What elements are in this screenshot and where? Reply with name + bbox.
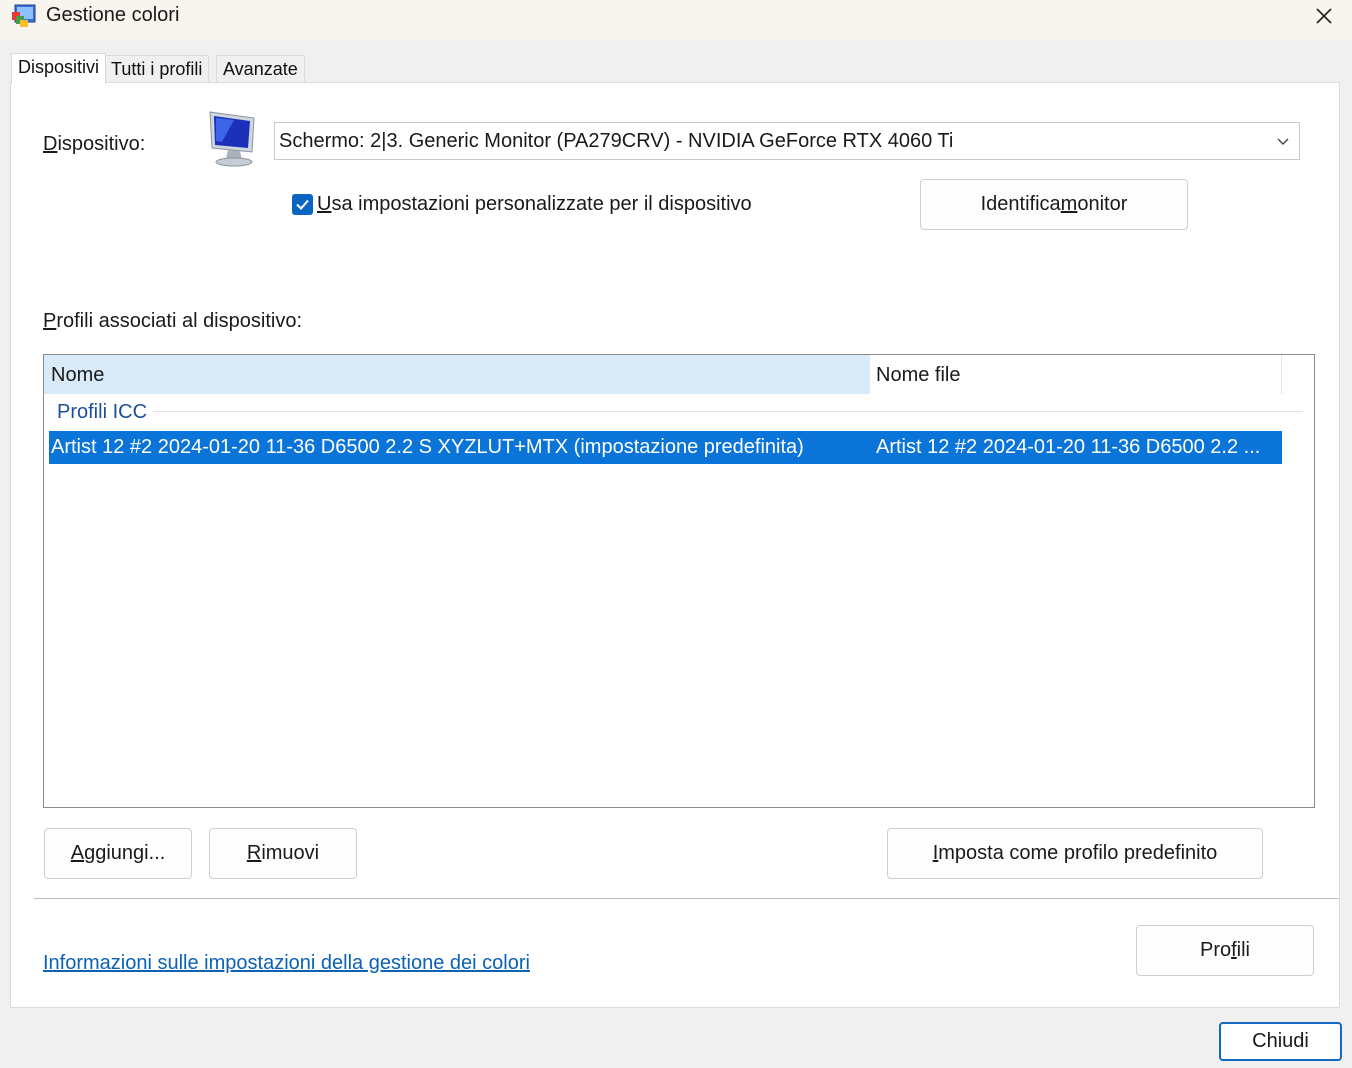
column-header-file[interactable]: Nome file	[870, 355, 1282, 394]
color-settings-info-link[interactable]: Informazioni sulle impostazioni della ge…	[43, 952, 530, 975]
add-button[interactable]: Aggiungi...	[44, 828, 192, 879]
color-management-app-icon	[11, 3, 37, 29]
custom-settings-label[interactable]: Usa impostazioni personalizzate per il d…	[317, 193, 752, 216]
chevron-down-icon	[1275, 132, 1291, 148]
identify-monitor-button[interactable]: Identifica m onitor	[920, 179, 1188, 230]
checkmark-icon	[296, 199, 309, 210]
close-window-button[interactable]	[1296, 0, 1352, 32]
set-default-profile-button[interactable]: Imposta come profilo predefinito	[887, 828, 1263, 879]
title-bar: Gestione colori	[0, 0, 1352, 40]
remove-button[interactable]: Rimuovi	[209, 828, 357, 879]
close-button[interactable]: Chiudi	[1219, 1022, 1342, 1061]
profiles-button[interactable]: Pro f ili	[1136, 925, 1314, 976]
close-icon	[1316, 8, 1332, 24]
separator	[34, 898, 1339, 899]
column-header-name[interactable]: Nome	[44, 355, 870, 394]
window-title: Gestione colori	[46, 4, 180, 26]
table-row[interactable]: Artist 12 #2 2024-01-20 11-36 D6500 2.2 …	[49, 431, 1282, 464]
column-header-file-label: Nome file	[876, 364, 961, 386]
device-select-value: Schermo: 2|3. Generic Monitor (PA279CRV)…	[279, 130, 954, 152]
column-header-name-label: Nome	[51, 364, 105, 386]
device-select[interactable]: Schermo: 2|3. Generic Monitor (PA279CRV)…	[274, 122, 1300, 160]
group-divider	[58, 411, 1303, 412]
associated-profiles-label: Profili associati al dispositivo:	[43, 310, 302, 332]
row-file: Artist 12 #2 2024-01-20 11-36 D6500 2.2 …	[876, 436, 1261, 458]
row-name: Artist 12 #2 2024-01-20 11-36 D6500 2.2 …	[51, 436, 804, 458]
device-label: Dispositivo:	[43, 133, 146, 155]
monitor-icon	[206, 108, 262, 168]
profiles-list[interactable]: Nome Nome file Profili ICC Artist 12 #2 …	[43, 354, 1315, 808]
custom-settings-checkbox[interactable]	[292, 194, 313, 215]
tab-devices[interactable]: Dispositivi	[11, 53, 107, 84]
group-label: Profili ICC	[57, 401, 154, 424]
column-divider	[1281, 355, 1282, 394]
tab-all-profiles[interactable]: Tutti i profili	[104, 55, 210, 83]
tab-advanced[interactable]: Avanzate	[216, 55, 305, 83]
